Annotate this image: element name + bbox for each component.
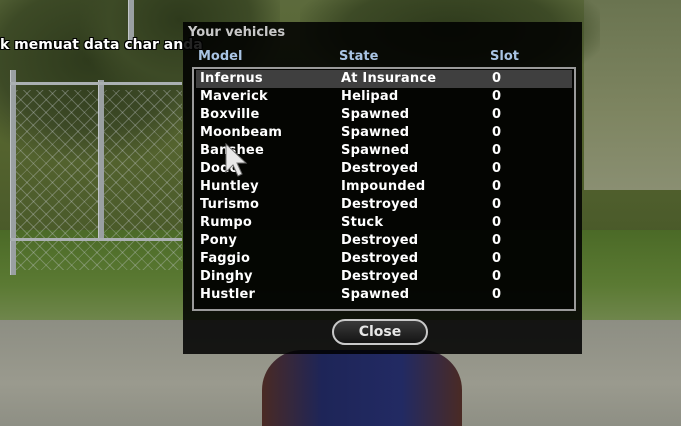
cell-state: Helipad	[341, 89, 399, 104]
cell-state: Destroyed	[341, 251, 419, 266]
dialog-title: Your vehicles	[188, 25, 286, 40]
fence-post	[98, 80, 104, 240]
column-header-slot: Slot	[490, 49, 519, 64]
cell-slot: 0	[492, 125, 502, 140]
column-header-state: State	[339, 49, 379, 64]
cell-model: Moonbeam	[200, 125, 283, 140]
table-row[interactable]: Moonbeam Spawned 0	[196, 124, 572, 142]
table-row[interactable]: Hustler Spawned 0	[196, 286, 572, 304]
cell-slot: 0	[492, 233, 502, 248]
close-button[interactable]: Close	[332, 319, 428, 345]
table-row[interactable]: Dinghy Destroyed 0	[196, 268, 572, 286]
cell-slot: 0	[492, 89, 502, 104]
cell-state: Destroyed	[341, 233, 419, 248]
cell-state: Spawned	[341, 287, 410, 302]
chainlink-fence	[12, 90, 182, 270]
table-row[interactable]: Turismo Destroyed 0	[196, 196, 572, 214]
cell-slot: 0	[492, 215, 502, 230]
cell-model: Faggio	[200, 251, 251, 266]
fence-post	[10, 70, 16, 275]
cell-slot: 0	[492, 161, 502, 176]
cell-state: Spawned	[341, 125, 410, 140]
cell-model: Hustler	[200, 287, 256, 302]
cell-slot: 0	[492, 71, 502, 86]
table-row[interactable]: Boxville Spawned 0	[196, 106, 572, 124]
column-header-model: Model	[198, 49, 243, 64]
cell-model: Boxville	[200, 107, 260, 122]
cell-state: Impounded	[341, 179, 426, 194]
fence-rail	[10, 82, 182, 85]
cell-model: Huntley	[200, 179, 259, 194]
table-row[interactable]: Huntley Impounded 0	[196, 178, 572, 196]
cell-slot: 0	[492, 251, 502, 266]
table-row[interactable]: Maverick Helipad 0	[196, 88, 572, 106]
table-row[interactable]: Dodo Destroyed 0	[196, 160, 572, 178]
cell-state: Spawned	[341, 107, 410, 122]
cell-model: Infernus	[200, 71, 263, 86]
cell-model: Maverick	[200, 89, 268, 104]
vehicles-dialog: Your vehicles Model State Slot Infernus A…	[183, 22, 582, 354]
table-row[interactable]: Faggio Destroyed 0	[196, 250, 572, 268]
cell-slot: 0	[492, 287, 502, 302]
cell-state: Stuck	[341, 215, 384, 230]
mouse-pointer-icon	[225, 142, 248, 177]
cell-state: Spawned	[341, 143, 410, 158]
cell-slot: 0	[492, 143, 502, 158]
fence-post	[128, 0, 134, 40]
cell-state: Destroyed	[341, 161, 419, 176]
cell-state: At Insurance	[341, 71, 437, 86]
cell-slot: 0	[492, 197, 502, 212]
cell-slot: 0	[492, 179, 502, 194]
fence-rail	[10, 238, 182, 241]
cell-model: Turismo	[200, 197, 260, 212]
table-row[interactable]: Infernus At Insurance 0	[196, 70, 572, 88]
table-row[interactable]: Rumpo Stuck 0	[196, 214, 572, 232]
cell-model: Pony	[200, 233, 237, 248]
mouse-pointer-shape	[225, 142, 248, 177]
cell-slot: 0	[492, 269, 502, 284]
cell-slot: 0	[492, 107, 502, 122]
vehicle-list[interactable]: Infernus At Insurance 0 Maverick Helipad 0 Box…	[192, 67, 576, 311]
table-row[interactable]: Pony Destroyed 0	[196, 232, 572, 250]
cell-state: Destroyed	[341, 269, 419, 284]
cell-model: Dinghy	[200, 269, 253, 284]
cell-model: Rumpo	[200, 215, 253, 230]
chat-message: k memuat data char anda	[0, 37, 203, 53]
table-row[interactable]: BansheeSpawned0	[196, 142, 572, 160]
player-character	[262, 350, 462, 426]
cell-state: Destroyed	[341, 197, 419, 212]
